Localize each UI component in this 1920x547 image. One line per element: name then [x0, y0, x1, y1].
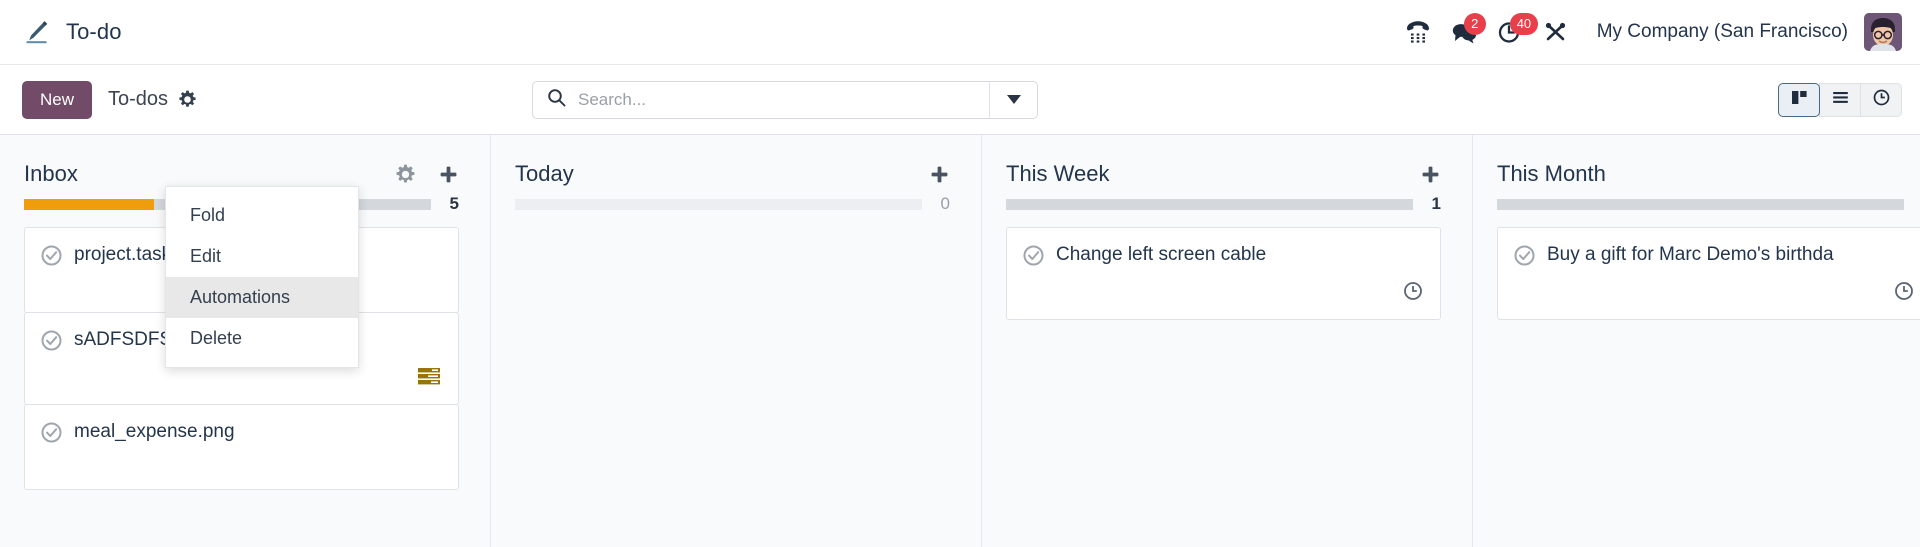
chevron-down-icon [1006, 91, 1021, 109]
control-panel: New To-dos [0, 65, 1920, 135]
kanban-card[interactable]: meal_expense.png [24, 404, 459, 490]
breadcrumb-item-todos[interactable]: To-dos [108, 88, 168, 111]
context-menu-item[interactable]: Automations [166, 277, 358, 318]
list-icon [1831, 88, 1850, 112]
list-view-button[interactable] [1819, 82, 1861, 117]
kanban-column-progress [1473, 191, 1920, 217]
activity-view-button[interactable] [1860, 82, 1902, 117]
developer-tools-icon[interactable] [1533, 10, 1579, 54]
add-card-plus-icon[interactable] [1420, 164, 1441, 185]
clock-icon [1872, 88, 1891, 112]
company-selector[interactable]: My Company (San Francisco) [1597, 21, 1848, 43]
activities-clock-icon[interactable]: 40 [1487, 10, 1539, 54]
kanban-card[interactable]: Change left screen cable [1006, 227, 1441, 320]
kanban-column-actions [395, 164, 459, 185]
kanban-column-title[interactable]: This Month [1497, 161, 1606, 187]
kanban-card-footer [41, 455, 442, 477]
kanban-column-actions [929, 164, 950, 185]
kanban-card-title-row: Buy a gift for Marc Demo's birthda [1514, 244, 1915, 266]
kanban-column: This Week 1 Change left screen cable [982, 135, 1473, 547]
column-context-menu: Fold Edit Automations Delete [165, 186, 359, 368]
kanban-card-footer [1514, 266, 1915, 307]
context-menu-item[interactable]: Edit [166, 236, 358, 277]
task-state-done-icon[interactable] [41, 330, 62, 351]
avatar[interactable] [1864, 13, 1902, 51]
kanban-column-title[interactable]: Today [515, 161, 574, 187]
kanban-column-progress: 0 [491, 191, 968, 217]
kanban-column-header: This Week [982, 135, 1459, 191]
progress-segment [1497, 198, 1904, 210]
kanban-column-count: 1 [1431, 194, 1441, 213]
new-button[interactable]: New [22, 80, 93, 119]
navbar-right-group: 2 40 My Company (San Francisco) [1395, 10, 1902, 54]
kanban-column-header: Today [491, 135, 968, 191]
kanban-card-title: Buy a gift for Marc Demo's birthda [1547, 244, 1834, 265]
kanban-column-actions [1420, 164, 1441, 185]
search-icon [547, 88, 566, 112]
messaging-badge: 2 [1463, 13, 1486, 35]
progress-segment [24, 198, 155, 210]
task-state-done-icon[interactable] [1514, 245, 1535, 266]
kanban-column-count: 5 [449, 194, 459, 213]
kanban-column: Today 0 [491, 135, 982, 547]
add-card-plus-icon[interactable] [438, 164, 459, 185]
kanban-column-title[interactable]: Inbox [24, 161, 78, 187]
add-card-plus-icon[interactable] [929, 164, 950, 185]
progress-bar[interactable] [1006, 198, 1413, 210]
kanban-card-title: Change left screen cable [1056, 244, 1267, 265]
kanban-card-title: meal_expense.png [74, 421, 235, 442]
kanban-column-header: Inbox [0, 135, 477, 191]
app-brand[interactable]: To-do [22, 17, 122, 47]
task-state-done-icon[interactable] [41, 422, 62, 443]
messaging-chat-icon[interactable]: 2 [1441, 10, 1487, 54]
task-state-done-icon[interactable] [1023, 245, 1044, 266]
breadcrumb: To-dos [108, 88, 197, 111]
kanban-column-cards: Buy a gift for Marc Demo's birthda [1473, 217, 1920, 320]
search-bar [532, 80, 1038, 119]
pencil-icon [22, 17, 52, 47]
kanban-card-title-row: meal_expense.png [41, 421, 442, 443]
progress-segment [515, 198, 922, 210]
kanban-column: This Month Buy a gift for Marc Demo's bir… [1473, 135, 1920, 547]
kanban-column-cards [491, 217, 968, 227]
bars-list-icon[interactable] [416, 365, 442, 392]
task-state-done-icon[interactable] [41, 245, 62, 266]
kanban-card-title-row: Change left screen cable [1023, 244, 1424, 266]
top-navbar: To-do 2 40 My Company (San Francisco) [0, 0, 1920, 65]
context-menu-item[interactable]: Delete [166, 318, 358, 359]
context-menu-item[interactable]: Fold [166, 195, 358, 236]
gear-icon[interactable] [178, 90, 197, 109]
search-input[interactable] [578, 89, 975, 110]
kanban-card-footer [1023, 266, 1424, 307]
progress-bar[interactable] [515, 198, 922, 210]
view-switcher [1778, 82, 1902, 117]
progress-bar[interactable] [1497, 198, 1904, 210]
voip-dialpad-icon[interactable] [1395, 10, 1441, 54]
search-box[interactable] [533, 82, 989, 118]
kanban-column-header: This Month [1473, 135, 1920, 191]
app-title: To-do [66, 19, 122, 44]
kanban-icon [1790, 88, 1809, 112]
kanban-column-progress: 1 [982, 191, 1459, 217]
kanban-column-cards: Change left screen cable [982, 217, 1459, 320]
kanban-card[interactable]: Buy a gift for Marc Demo's birthda [1497, 227, 1920, 320]
kanban-view-button[interactable] [1778, 82, 1820, 117]
search-dropdown-toggle[interactable] [989, 81, 1037, 118]
kanban-column-title[interactable]: This Week [1006, 161, 1110, 187]
progress-segment [1006, 198, 1413, 210]
column-settings-gear-icon[interactable] [395, 164, 416, 185]
clock-icon[interactable] [1893, 280, 1915, 307]
kanban-column-count: 0 [940, 194, 950, 213]
clock-icon[interactable] [1402, 280, 1424, 307]
